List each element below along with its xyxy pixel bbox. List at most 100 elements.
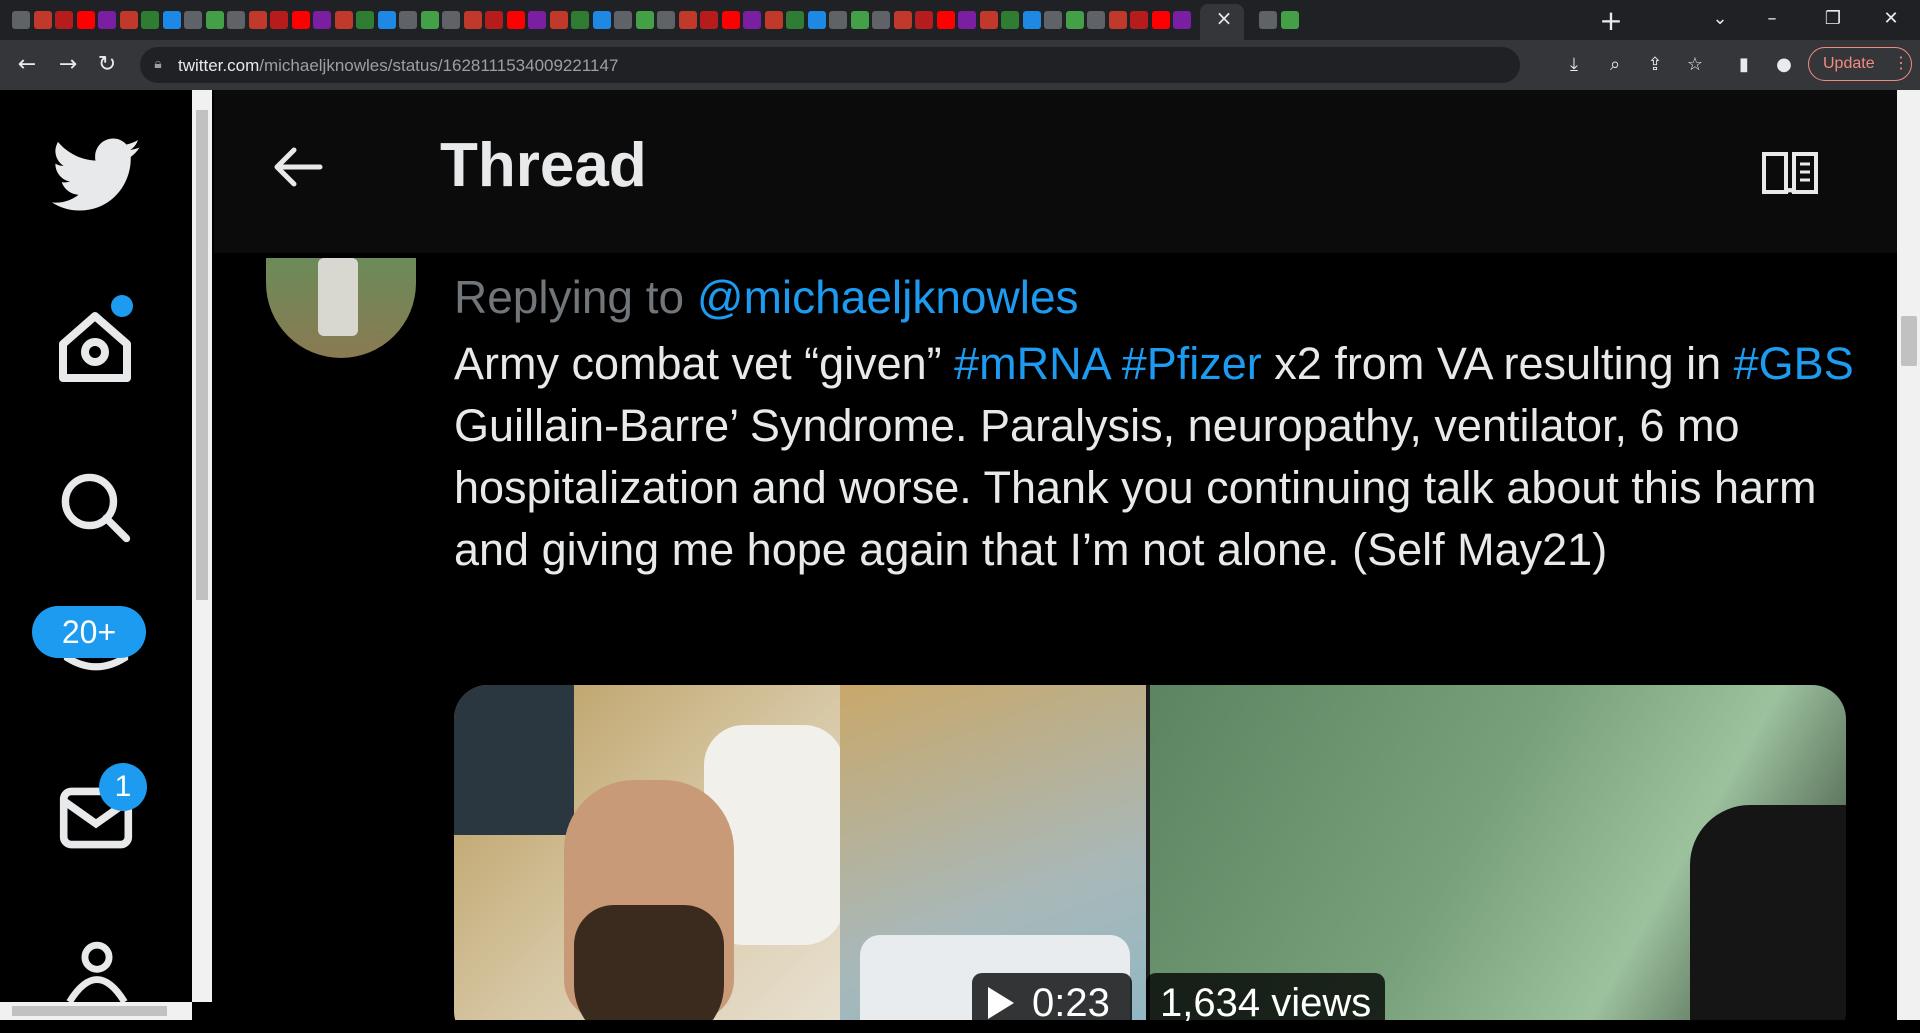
tab-favicon-icon[interactable] — [184, 11, 202, 29]
reader-mode-icon[interactable] — [1760, 148, 1820, 198]
tab-favicon-icon[interactable] — [442, 11, 460, 29]
tab-favicon-icon[interactable] — [614, 11, 632, 29]
close-tab-icon[interactable]: × — [1209, 6, 1239, 30]
avatar[interactable] — [266, 258, 416, 358]
tab-favicon-icon[interactable] — [1087, 11, 1105, 29]
tab-favicon-icon[interactable] — [12, 11, 30, 29]
tab-favicon-icon[interactable] — [1065, 11, 1084, 29]
share-icon[interactable]: ⇪ — [1643, 54, 1667, 75]
tab-favicon-icon[interactable] — [958, 11, 976, 29]
tab-favicon-icon[interactable] — [893, 11, 912, 29]
tab-favicon-icon[interactable] — [399, 11, 417, 29]
tab-favicon-icon[interactable] — [98, 11, 116, 29]
search-icon[interactable] — [58, 470, 132, 544]
tab-favicon-icon[interactable] — [592, 11, 611, 29]
tab-favicon-icon[interactable] — [915, 11, 933, 29]
home-icon[interactable] — [55, 308, 135, 384]
tab-favicon-icon[interactable] — [55, 11, 73, 29]
messages-badge: 1 — [99, 763, 147, 811]
tab-favicon-icon[interactable] — [764, 11, 783, 29]
tab-favicon-icon[interactable] — [829, 11, 847, 29]
tab-favicon-icon[interactable] — [850, 11, 869, 29]
tab-favicon-icon[interactable] — [1173, 11, 1191, 29]
tab-favicon-icon[interactable] — [1001, 11, 1019, 29]
tab-favicon-icon[interactable] — [807, 11, 826, 29]
window-close-icon[interactable]: ✕ — [1876, 8, 1906, 29]
hashtag-pfizer-link[interactable]: #Pfizer — [1122, 338, 1262, 389]
tab-favicon-icon[interactable] — [334, 11, 353, 29]
tab-favicon-icon[interactable] — [291, 11, 310, 29]
tweet-media[interactable] — [454, 685, 1846, 1020]
tab-favicon-icon[interactable] — [205, 11, 224, 29]
profile-icon[interactable]: ● — [1772, 54, 1796, 75]
tab-favicon-icon[interactable] — [485, 11, 503, 29]
hashtag-mrna-link[interactable]: #mRNA — [954, 338, 1109, 389]
media-photo-icu-room[interactable] — [840, 685, 1146, 1020]
minimize-icon[interactable]: – — [1757, 8, 1787, 29]
url-text[interactable]: twitter.com/michaeljknowles/status/16281… — [178, 56, 618, 76]
tab-favicon-icon[interactable] — [979, 11, 998, 29]
tab-favicon-icon[interactable] — [1259, 11, 1277, 29]
tab-favicon-icon[interactable] — [377, 11, 396, 29]
tab-favicon-icon[interactable] — [141, 11, 159, 29]
tab-favicon-icon[interactable] — [270, 11, 288, 29]
tab-favicon-icon[interactable] — [528, 11, 546, 29]
video-duration-badge[interactable]: 0:23 — [972, 973, 1132, 1033]
update-button[interactable]: Update ⋮ — [1808, 47, 1912, 81]
new-tab-button[interactable]: + — [1596, 4, 1626, 37]
tab-favicon-icon[interactable] — [635, 11, 654, 29]
tab-favicon-icon[interactable] — [872, 11, 890, 29]
back-nav-icon[interactable]: ← — [12, 52, 42, 77]
tab-favicon-icon[interactable] — [786, 11, 804, 29]
restore-icon[interactable]: ❐ — [1818, 8, 1848, 29]
tab-favicon-icon[interactable] — [76, 11, 95, 29]
replying-handle-link[interactable]: @michaeljknowles — [697, 271, 1079, 323]
tab-favicon-icon[interactable] — [678, 11, 697, 29]
install-app-icon[interactable]: ⤓ — [1562, 54, 1586, 75]
play-icon[interactable] — [988, 987, 1014, 1019]
tab-favicon-icon[interactable] — [33, 11, 52, 29]
tab-favicon-icon[interactable] — [162, 11, 181, 29]
tab-favicon-icon[interactable] — [1108, 11, 1127, 29]
media-photo-hospital-bed[interactable] — [454, 685, 844, 1020]
forward-nav-icon[interactable]: → — [53, 52, 83, 77]
beard — [574, 905, 724, 1020]
update-label: Update — [1823, 55, 1875, 72]
tab-favicon-icon[interactable] — [721, 11, 740, 29]
tab-favicon-icon[interactable] — [313, 11, 331, 29]
tab-favicon-icon[interactable] — [1022, 11, 1041, 29]
bookmark-star-icon[interactable]: ☆ — [1683, 54, 1707, 75]
tab-favicon-icon[interactable] — [657, 11, 675, 29]
tab-favicon-icon[interactable] — [356, 11, 374, 29]
tab-favicon-icon[interactable] — [1280, 11, 1299, 29]
page-scrollbar[interactable] — [1897, 90, 1920, 1020]
tab-favicon-icon[interactable] — [1044, 11, 1062, 29]
kebab-menu-icon[interactable]: ⋮ — [1893, 53, 1909, 73]
twitter-logo-icon[interactable] — [52, 138, 142, 214]
tab-favicon-icon[interactable] — [248, 11, 267, 29]
reload-icon[interactable]: ↻ — [92, 52, 122, 77]
tab-favicon-icon[interactable] — [700, 11, 718, 29]
tab-favicon-icon[interactable] — [119, 11, 138, 29]
back-arrow-icon[interactable] — [272, 145, 324, 189]
tab-favicon-icon[interactable] — [743, 11, 761, 29]
side-panel-icon[interactable]: ▮ — [1732, 54, 1756, 75]
sidebar-scrollbar-thumb[interactable] — [196, 110, 208, 600]
profile-nav-icon[interactable] — [62, 940, 132, 1002]
media-video-thumbnail[interactable] — [1150, 685, 1846, 1020]
hashtag-gbs-link[interactable]: #GBS — [1734, 338, 1854, 389]
tab-favicon-icon[interactable] — [420, 11, 439, 29]
tab-favicon-icon[interactable] — [936, 11, 955, 29]
tab-favicon-icon[interactable] — [463, 11, 482, 29]
tab-favicon-icon[interactable] — [549, 11, 568, 29]
tab-favicon-icon[interactable] — [571, 11, 589, 29]
tab-favicon-icon[interactable] — [1130, 11, 1148, 29]
zoom-icon[interactable]: ⌕ — [1603, 54, 1627, 75]
lock-icon[interactable]: 🔒︎ — [146, 56, 170, 72]
tab-favicon-icon[interactable] — [1151, 11, 1170, 29]
tab-favicon-icon[interactable] — [227, 11, 245, 29]
tab-search-chevron-icon[interactable]: ⌄ — [1705, 8, 1735, 29]
page-scrollbar-thumb[interactable] — [1901, 316, 1917, 366]
horizontal-scrollbar-thumb[interactable] — [12, 1006, 167, 1016]
tab-favicon-icon[interactable] — [506, 11, 525, 29]
